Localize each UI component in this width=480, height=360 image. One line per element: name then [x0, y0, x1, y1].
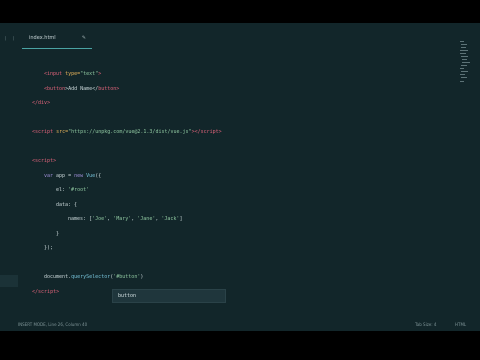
code-line: names: ['Joe', 'Mary', 'Jane', 'Jack']: [68, 216, 183, 222]
code-line: </script>: [32, 289, 60, 295]
status-bar: INSERT MODE, Line 26, Column 40 Tab Size…: [0, 319, 480, 331]
code-line: <input type="text">: [44, 71, 102, 77]
status-mode-position: INSERT MODE, Line 26, Column 40: [18, 322, 88, 327]
autocomplete-popup[interactable]: button: [112, 289, 226, 303]
code-line: var app = new Vue({: [44, 173, 102, 179]
code-line: }: [56, 231, 60, 237]
code-editor[interactable]: ⟨ ⟩ index.html ✎ <input type="text"> <bu…: [0, 23, 480, 331]
video-frame: ⟨ ⟩ index.html ✎ <input type="text"> <bu…: [0, 0, 480, 360]
code-line-current: document.querySelector('#button'): [44, 274, 144, 280]
autocomplete-item[interactable]: button: [118, 293, 136, 299]
code-line: <script>: [32, 158, 57, 164]
status-tab-size[interactable]: Tab Size: 4: [415, 322, 436, 327]
status-syntax[interactable]: HTML: [455, 322, 466, 327]
code-line: });: [44, 245, 54, 251]
code-area[interactable]: <input type="text"> <button>Add Name</bu…: [0, 23, 460, 323]
code-line: data: {: [56, 202, 78, 208]
code-line: </div>: [32, 100, 51, 106]
code-line: <script src="https://unpkg.com/vue@2.1.3…: [32, 129, 222, 135]
code-line: <button>Add Name</button>: [44, 86, 120, 92]
code-line: el: '#root': [56, 187, 90, 193]
